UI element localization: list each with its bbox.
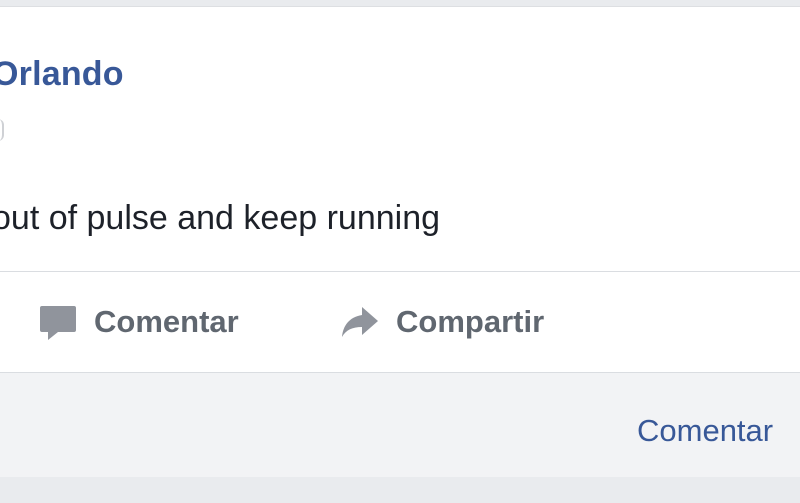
page: Orlando out of pulse and keep running Co… xyxy=(0,0,800,503)
share-button-label: Compartir xyxy=(396,304,545,339)
post-meta-fragment xyxy=(0,119,4,141)
author-name-link[interactable]: Orlando xyxy=(0,55,124,94)
comment-icon xyxy=(38,302,78,342)
share-icon xyxy=(340,302,380,342)
share-button[interactable]: Compartir xyxy=(340,300,544,344)
post-actions-bar: Comentar Compartir xyxy=(0,272,800,372)
comment-link[interactable]: Comentar xyxy=(637,413,773,449)
post-card: Orlando out of pulse and keep running Co… xyxy=(0,6,800,477)
post-text: out of pulse and keep running xyxy=(0,199,441,237)
comment-button-label: Comentar xyxy=(94,304,239,339)
comment-button[interactable]: Comentar xyxy=(38,300,239,344)
